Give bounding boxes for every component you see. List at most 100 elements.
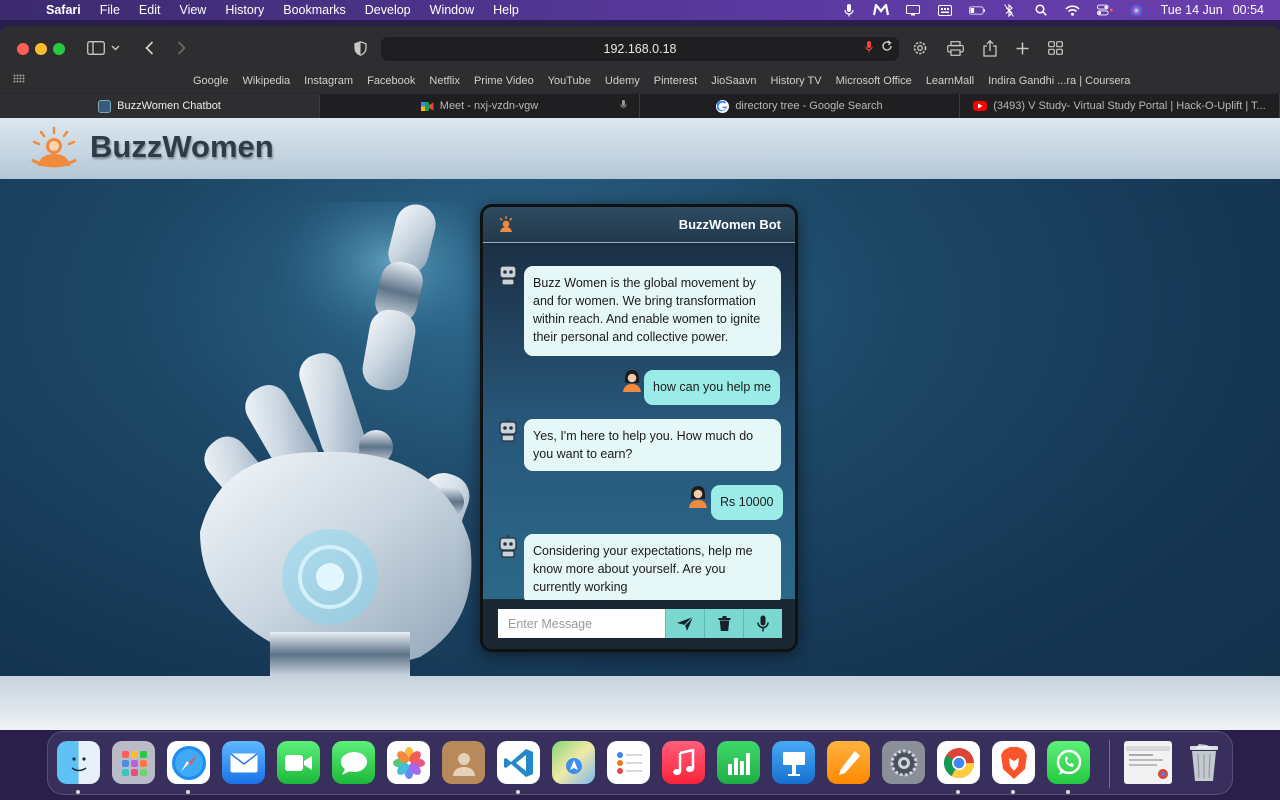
terminal-favicon-icon [98, 99, 112, 113]
minimize-window-button[interactable] [35, 43, 47, 55]
settings-gear-icon[interactable] [909, 38, 931, 58]
send-button[interactable] [665, 609, 704, 638]
bookmark-coursera[interactable]: Indira Gandhi ...ra | Coursera [988, 75, 1130, 87]
vscode-icon[interactable] [497, 741, 540, 784]
messages-icon[interactable] [332, 741, 375, 784]
menu-bookmarks[interactable]: Bookmarks [283, 3, 346, 17]
tab-v-study[interactable]: (3493) V Study- Virtual Study Portal | H… [960, 94, 1280, 118]
tab-title: directory tree - Google Search [735, 100, 883, 112]
tab-google-search[interactable]: directory tree - Google Search [640, 94, 960, 118]
bluetooth-off-icon[interactable] [1001, 3, 1017, 17]
chrome-window-preview-icon[interactable] [1124, 741, 1172, 784]
bookmark-wikipedia[interactable]: Wikipedia [242, 75, 290, 87]
chevron-down-icon[interactable] [108, 38, 122, 58]
menu-window[interactable]: Window [430, 3, 474, 17]
chatbot-window: BuzzWomen Bot Buzz Women is the global m… [480, 204, 798, 652]
finder-icon[interactable] [57, 741, 100, 784]
bot-avatar-icon [499, 263, 517, 286]
bot-avatar-icon [499, 419, 517, 442]
robot-hand-illustration [200, 202, 500, 677]
running-indicator [1066, 790, 1070, 794]
bookmark-prime-video[interactable]: Prime Video [474, 75, 534, 87]
close-window-button[interactable] [17, 43, 29, 55]
chrome-icon[interactable] [937, 741, 980, 784]
print-icon[interactable] [944, 38, 966, 58]
chat-input-row: Enter Message [483, 600, 795, 649]
bookmark-microsoft-office[interactable]: Microsoft Office [836, 75, 912, 87]
reminders-icon[interactable] [607, 741, 650, 784]
bookmark-history-tv[interactable]: History TV [770, 75, 821, 87]
bookmark-pinterest[interactable]: Pinterest [654, 75, 697, 87]
microphone-status-icon[interactable] [841, 3, 857, 16]
tab-buzzwomen-chatbot[interactable]: BuzzWomen Chatbot [0, 94, 320, 118]
contacts-icon[interactable] [442, 741, 485, 784]
dock [47, 731, 1233, 795]
siri-icon[interactable] [1129, 4, 1145, 16]
launchpad-icon[interactable] [112, 741, 155, 784]
google-favicon-icon [716, 99, 730, 113]
forward-button[interactable] [170, 38, 192, 58]
maps-icon[interactable] [552, 741, 595, 784]
system-preferences-icon[interactable] [882, 741, 925, 784]
music-icon[interactable] [662, 741, 705, 784]
menubar-clock[interactable]: 00:54 [1233, 3, 1264, 17]
tab-google-meet[interactable]: Meet - nxj-vzdn-vgw [320, 94, 640, 118]
bookmark-instagram[interactable]: Instagram [304, 75, 353, 87]
send-icon [677, 616, 694, 631]
wifi-icon[interactable] [1065, 4, 1081, 16]
keyboard-icon[interactable] [937, 4, 953, 16]
spotlight-search-icon[interactable] [1033, 4, 1049, 16]
reload-icon[interactable] [881, 40, 893, 55]
clear-chat-button[interactable] [704, 609, 743, 638]
facetime-icon[interactable] [277, 741, 320, 784]
malwarebytes-icon[interactable] [872, 4, 889, 16]
back-button[interactable] [138, 38, 160, 58]
menu-app-safari[interactable]: Safari [46, 3, 81, 17]
menu-file[interactable]: File [100, 3, 120, 17]
bookmark-jiosaavn[interactable]: JioSaavn [711, 75, 756, 87]
voice-input-button[interactable] [743, 609, 782, 638]
battery-icon[interactable] [968, 4, 985, 16]
fullscreen-window-button[interactable] [53, 43, 65, 55]
screen-mirroring-icon[interactable] [905, 4, 921, 16]
microphone-recording-icon[interactable] [865, 41, 873, 56]
brave-icon[interactable] [992, 741, 1035, 784]
whatsapp-icon[interactable] [1047, 741, 1090, 784]
control-center-icon[interactable] [1096, 4, 1113, 16]
menu-view[interactable]: View [179, 3, 206, 17]
trash-icon[interactable] [1182, 741, 1225, 784]
chat-messages[interactable]: Buzz Women is the global movement by and… [483, 244, 795, 605]
address-bar[interactable]: 192.168.0.18 [381, 37, 899, 61]
bookmark-learnmall[interactable]: LearnMall [926, 75, 974, 87]
menu-help[interactable]: Help [493, 3, 519, 17]
tab-bar: BuzzWomen Chatbot Meet - nxj-vzdn-vgw di… [0, 94, 1280, 118]
google-meet-favicon-icon [420, 100, 434, 113]
safari-icon[interactable] [167, 741, 210, 784]
bookmark-facebook[interactable]: Facebook [367, 75, 415, 87]
message-input[interactable]: Enter Message [498, 609, 665, 638]
tab-microphone-icon[interactable] [620, 100, 627, 113]
running-indicator [76, 790, 80, 794]
privacy-shield-icon[interactable] [349, 38, 371, 58]
numbers-icon[interactable] [717, 741, 760, 784]
new-tab-plus-icon[interactable] [1011, 38, 1033, 58]
bookmark-udemy[interactable]: Udemy [605, 75, 640, 87]
tab-overview-icon[interactable] [1044, 38, 1066, 58]
menu-develop[interactable]: Develop [365, 3, 411, 17]
menu-edit[interactable]: Edit [139, 3, 161, 17]
bookmark-youtube[interactable]: YouTube [548, 75, 591, 87]
bookmark-google[interactable]: Google [193, 75, 228, 87]
sidebar-toggle-icon[interactable] [85, 38, 107, 58]
menu-history[interactable]: History [225, 3, 264, 17]
bot-message: Yes, I'm here to help you. How much do y… [524, 419, 781, 471]
pages-icon[interactable] [827, 741, 870, 784]
bookmarks-grid-icon[interactable] [13, 74, 26, 86]
share-icon[interactable] [979, 38, 1001, 58]
running-indicator [1011, 790, 1015, 794]
photos-icon[interactable] [387, 741, 430, 784]
bookmark-netflix[interactable]: Netflix [429, 75, 460, 87]
bot-message: Buzz Women is the global movement by and… [524, 266, 781, 356]
mail-icon[interactable] [222, 741, 265, 784]
keynote-icon[interactable] [772, 741, 815, 784]
url-text: 192.168.0.18 [603, 42, 677, 56]
